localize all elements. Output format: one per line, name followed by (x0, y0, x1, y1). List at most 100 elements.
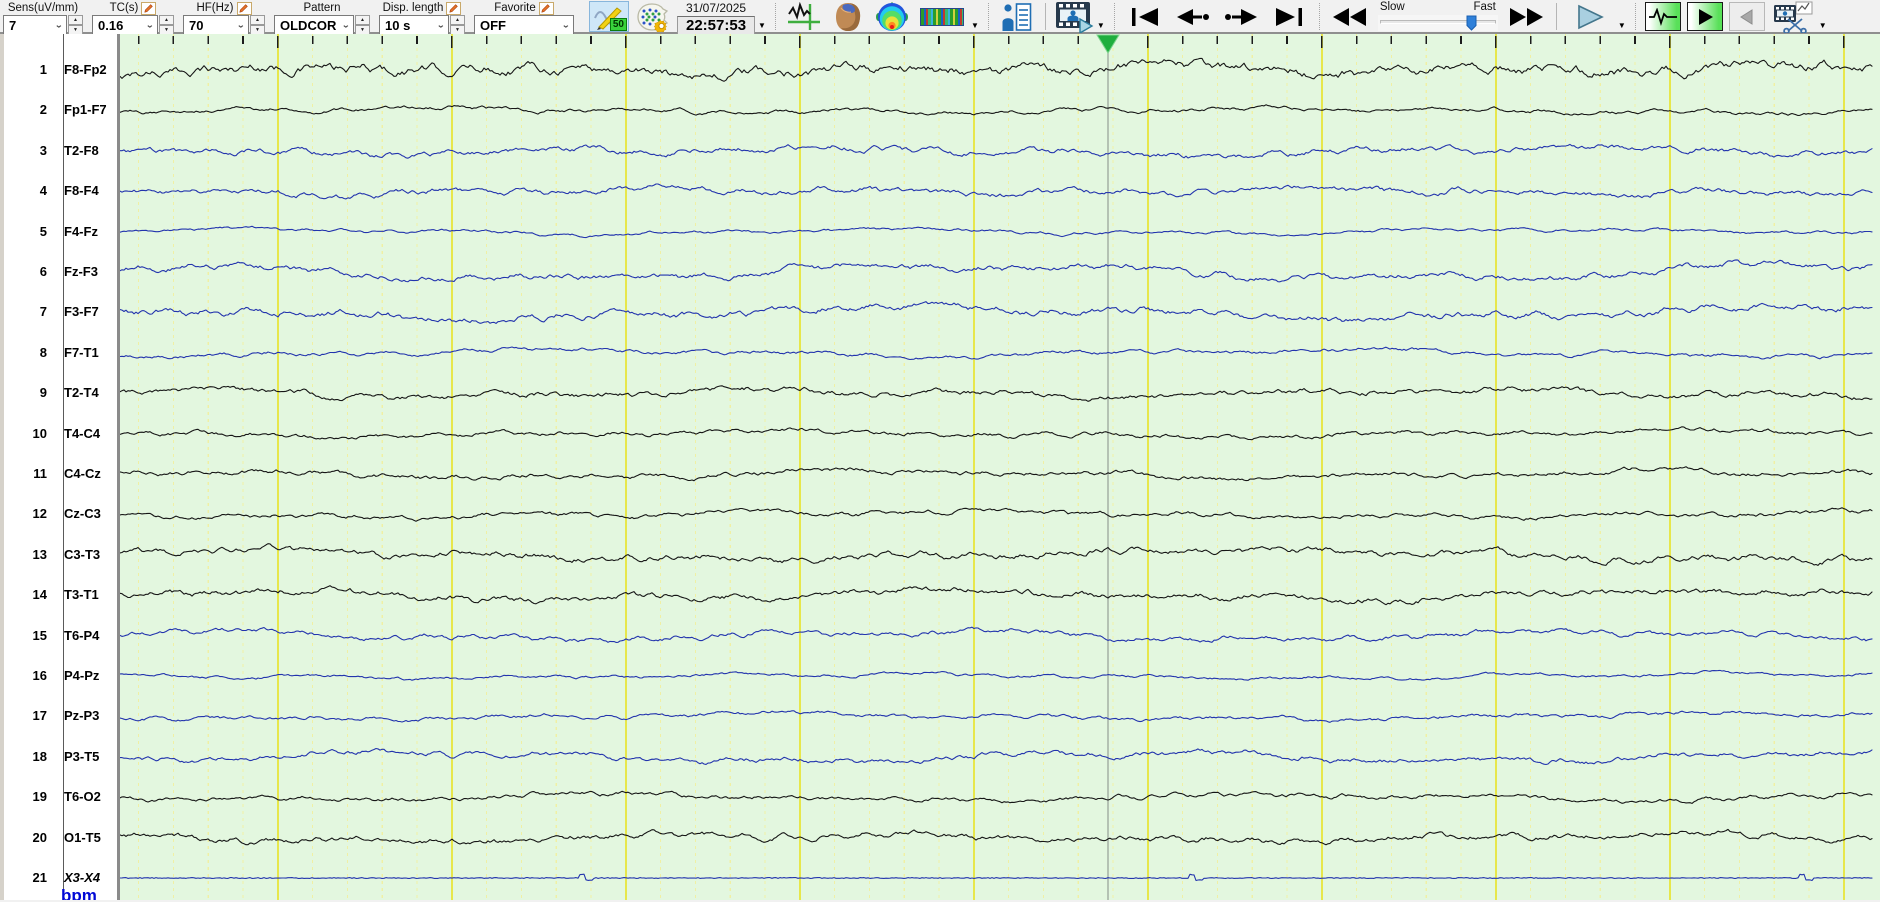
clip-dropdown-arrow[interactable]: ▼ (1819, 21, 1827, 30)
channel-number: 19 (32, 789, 47, 805)
back-arrow-disabled-icon (1739, 8, 1755, 25)
tc-edit-pencil-icon[interactable] (141, 1, 157, 15)
speed-slider[interactable]: Slow Fast (1377, 1, 1498, 31)
channel-number: 5 (39, 223, 47, 239)
speed-slider-thumb[interactable] (1466, 15, 1477, 31)
step-back-button[interactable] (1172, 3, 1214, 31)
channel-label: P3-T5 (64, 748, 100, 764)
sens-label: Sens(uV/mm) (7, 2, 79, 14)
channel-label: C3-T3 (64, 546, 101, 562)
channel-label-row[interactable]: 3 T2-F8 (4, 142, 117, 160)
channel-number: 6 (39, 264, 47, 279)
montage-settings-button[interactable] (633, 1, 673, 32)
slow-label: Slow (1379, 1, 1405, 13)
channel-number: 3 (39, 142, 47, 158)
hf-edit-pencil-icon[interactable] (236, 1, 252, 15)
channel-label-row[interactable]: 12 Cz-C3 (4, 505, 117, 523)
clip-export-button[interactable] (1770, 1, 1816, 33)
channel-label-row[interactable]: 6 Fz-F3 (4, 263, 117, 281)
datetime-dropdown-arrow[interactable]: ▼ (758, 21, 766, 30)
display-length-select[interactable]: 10 s ⌄ (379, 15, 449, 35)
trace-cursor-button[interactable] (784, 1, 824, 32)
channel-number: 12 (32, 506, 47, 522)
channel-label: C4-Cz (64, 466, 101, 481)
display-length-edit-pencil-icon[interactable] (446, 1, 462, 15)
favorite-edit-pencil-icon[interactable] (538, 1, 554, 15)
channel-label: Cz-C3 (64, 506, 101, 522)
date-display: 31/07/2025 (685, 1, 747, 15)
eeg-traces (120, 34, 1873, 900)
maps-dropdown-arrow[interactable]: ▼ (971, 21, 979, 30)
play-dropdown-arrow[interactable]: ▼ (1618, 21, 1626, 30)
channel-number: 18 (32, 748, 47, 764)
channel-label-row[interactable]: 21 X3-X4 (4, 869, 117, 887)
display-length-label: Disp. length (382, 2, 444, 14)
channel-label-row[interactable]: 4 F8-F4 (4, 182, 117, 200)
goto-end-button[interactable] (1268, 3, 1310, 31)
toolbar-separator (1555, 3, 1557, 30)
time-display[interactable]: 22:57:53 (677, 16, 756, 35)
channel-label: F8-F4 (64, 183, 99, 199)
channel-label: F7-T1 (64, 344, 99, 360)
goto-start-button[interactable] (1124, 3, 1166, 31)
rewind-button[interactable] (1329, 3, 1371, 31)
review-play-button[interactable] (1686, 2, 1723, 31)
tc-spinner: ▲ ▼ (159, 15, 174, 35)
channel-number: 11 (33, 466, 47, 481)
channel-label-row[interactable]: 1 F8-Fp2 (4, 61, 117, 79)
channel-label-row[interactable]: 15 T6-P4 (4, 627, 117, 645)
channel-label-row[interactable]: 18 P3-T5 (4, 748, 117, 766)
channel-label-row[interactable]: 7 F3-F7 (4, 303, 117, 321)
tc-select[interactable]: 0.16 ⌄ (92, 15, 158, 35)
channel-label-row[interactable]: 11 C4-Cz (4, 465, 117, 483)
sens-select[interactable]: 7 ⌄ (3, 15, 67, 35)
channel-number: 1 (39, 62, 47, 77)
patient-info-button[interactable] (997, 1, 1037, 32)
pattern-select[interactable]: OLDCOR ⌄ (274, 15, 354, 35)
channel-label-row[interactable]: 9 T2-T4 (4, 384, 117, 402)
channel-label-row[interactable]: 16 P4-Pz (4, 667, 117, 685)
channel-label-row[interactable]: 13 C3-T3 (4, 546, 117, 564)
head-3d-map-button[interactable] (828, 1, 868, 32)
channel-label: F3-F7 (64, 304, 99, 320)
channel-label-row[interactable]: 8 F7-T1 (4, 344, 117, 362)
channel-label-row[interactable]: 10 T4-C4 (4, 425, 117, 443)
notch-filter-button[interactable]: 50 (589, 1, 629, 32)
tc-spin-up[interactable]: ▲ (159, 15, 174, 25)
hf-spin-up[interactable]: ▲ (250, 15, 265, 25)
topomap-button[interactable] (872, 1, 912, 32)
channel-label-column: bpm 1 F8-Fp2 2 Fp1-F7 3 T2-F8 4 F8-F4 5 F4-Fz 6 Fz-… (0, 34, 120, 900)
previous-event-button[interactable] (1728, 2, 1765, 31)
sens-group: Sens(uV/mm) 7 ⌄ ▲ ▼ (3, 1, 83, 35)
channel-label: T3-T1 (64, 587, 99, 603)
channel-label-row[interactable]: 17 Pz-P3 (4, 707, 117, 725)
sens-spin-up[interactable]: ▲ (68, 15, 83, 25)
channel-label-row[interactable]: 2 Fp1-F7 (4, 101, 117, 119)
chevron-down-icon: ⌄ (145, 20, 154, 30)
favorite-select[interactable]: OFF ⌄ (474, 15, 574, 35)
dsa-button[interactable] (916, 1, 968, 32)
step-forward-button[interactable] (1220, 3, 1262, 31)
channel-number: 21 (32, 870, 47, 885)
review-waveform-button[interactable] (1644, 2, 1681, 31)
electrode-head-gear-icon (635, 2, 671, 32)
forward-button[interactable] (1505, 3, 1547, 31)
video-review-button[interactable] (1054, 1, 1094, 33)
speed-slider-groove[interactable] (1379, 20, 1496, 24)
toolbar-separator (987, 3, 989, 30)
favorite-group: Favorite OFF ⌄ (474, 1, 574, 35)
channel-label-row[interactable]: 19 T6-O2 (4, 788, 117, 806)
trace-area[interactable] (120, 34, 1880, 900)
film-scissors-icon (1772, 1, 1814, 33)
channel-label-row[interactable]: 5 F4-Fz (4, 223, 117, 241)
pattern-spin-up[interactable]: ▲ (355, 15, 370, 25)
toolbar-separator (1113, 3, 1115, 30)
channel-label: T4-C4 (64, 425, 101, 441)
channel-number: 10 (32, 425, 47, 441)
play-button[interactable] (1566, 3, 1614, 31)
video-dropdown-arrow[interactable]: ▼ (1097, 21, 1105, 30)
channel-label-row[interactable]: 14 T3-T1 (4, 586, 117, 604)
channel-label-row[interactable]: 20 O1-T5 (4, 829, 117, 847)
display-length-spin-up[interactable]: ▲ (450, 15, 465, 25)
hf-select[interactable]: 70 ⌄ (183, 15, 249, 35)
